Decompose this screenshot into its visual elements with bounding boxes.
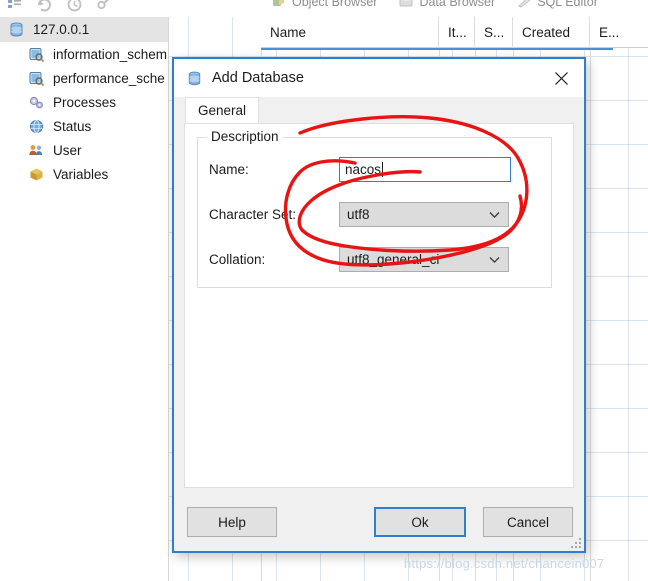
toolbar-icon-group [6, 0, 113, 13]
collation-value: utf8_general_ci [347, 251, 440, 267]
database-icon [186, 70, 203, 87]
grid-column-items[interactable]: It... [439, 17, 475, 48]
list-icon[interactable] [6, 0, 23, 13]
tree-item-label: 127.0.0.1 [33, 22, 90, 37]
grid-header-row: Name It... S... Created E... [261, 17, 648, 48]
tree-item-variables[interactable]: Variables [0, 162, 168, 186]
grid-column-size[interactable]: S... [475, 17, 513, 48]
tree-item-user[interactable]: User [0, 138, 168, 162]
tree-item-performance-schema[interactable]: performance_sche [0, 66, 168, 90]
gears-icon [28, 94, 45, 111]
toolbar-tab-label: Object Browser [292, 0, 378, 9]
app-window: Object Browser Data Browser SQL Editor 1… [0, 0, 648, 581]
grid-column-label: It... [448, 24, 467, 40]
add-database-dialog: Add Database General Description Name: n… [172, 57, 586, 553]
description-groupbox: Description Name: nacos Character Set: u… [197, 129, 552, 288]
collation-label: Collation: [209, 251, 266, 267]
grid-column-engine[interactable]: E... [590, 17, 632, 48]
tree-item-label: Variables [53, 166, 109, 182]
tree-item-label: performance_sche [53, 70, 165, 86]
server-icon [8, 21, 25, 38]
chevron-down-icon [489, 207, 500, 222]
dialog-title: Add Database [212, 70, 304, 86]
tree-item-information-schema[interactable]: information_schem [0, 42, 168, 66]
data-browser-icon [399, 0, 414, 9]
ok-button-label: Ok [411, 514, 429, 530]
dialog-titlebar[interactable]: Add Database [174, 59, 584, 97]
cancel-button[interactable]: Cancel [483, 507, 573, 537]
globe-icon [28, 118, 45, 135]
tree-item-processes[interactable]: Processes [0, 90, 168, 114]
name-label: Name: [209, 161, 249, 177]
package-icon [28, 166, 45, 183]
name-input-value: nacos [345, 161, 382, 177]
toolbar-tab-label: Data Browser [419, 0, 496, 9]
grid-gridline [590, 50, 591, 581]
object-browser-icon [272, 0, 287, 9]
character-set-label: Character Set: [209, 206, 297, 222]
text-caret [382, 161, 384, 177]
ok-button[interactable]: Ok [374, 507, 466, 537]
grid-column-label: E... [599, 24, 620, 40]
field-row-collation: Collation: utf8_general_ci [209, 246, 542, 272]
close-icon [554, 71, 569, 86]
toolbar-tab-label: SQL Editor [537, 0, 598, 9]
character-set-select[interactable]: utf8 [339, 201, 509, 227]
field-row-name: Name: nacos [209, 156, 542, 182]
database-schema-icon [28, 46, 45, 63]
grid-column-created[interactable]: Created [513, 17, 590, 48]
watermark-url: https://blog.csdn.net/chancein007 [404, 556, 605, 571]
tree-item-label: Processes [53, 94, 117, 110]
grid-column-name[interactable]: Name [261, 17, 439, 48]
close-button[interactable] [538, 59, 584, 97]
tab-general[interactable]: General [185, 97, 260, 123]
resize-grip[interactable] [569, 536, 581, 548]
field-row-character-set: Character Set: utf8 [209, 201, 542, 227]
top-toolbar: Object Browser Data Browser SQL Editor [0, 0, 648, 17]
dialog-tab-panel: Description Name: nacos Character Set: u… [184, 123, 574, 488]
groupbox-legend: Description [207, 129, 283, 144]
chevron-down-icon [489, 252, 500, 267]
tab-label: General [198, 103, 247, 118]
tree-item-label: information_schem [53, 46, 168, 62]
tree-item-label: Status [53, 118, 92, 134]
cancel-button-label: Cancel [506, 514, 550, 530]
tools-icon[interactable] [96, 0, 113, 13]
grid-column-label: S... [484, 24, 505, 40]
tree-item-label: User [53, 142, 82, 158]
toolbar-tab-data-browser[interactable]: Data Browser [399, 0, 495, 9]
tree-item-server[interactable]: 127.0.0.1 [0, 17, 168, 42]
character-set-value: utf8 [347, 206, 370, 222]
grid-column-label: Created [522, 24, 571, 40]
users-icon [28, 142, 45, 159]
help-button[interactable]: Help [187, 507, 277, 537]
dialog-button-bar: Help Ok Cancel [174, 493, 584, 551]
tree-item-status[interactable]: Status [0, 114, 168, 138]
clock-icon[interactable] [66, 0, 83, 13]
object-tree-panel: 127.0.0.1 information_schem performance_… [0, 17, 169, 581]
database-schema-icon [28, 70, 45, 87]
grid-column-label: Name [270, 24, 307, 40]
dialog-tabstrip: General [174, 97, 584, 123]
name-input[interactable]: nacos [339, 156, 511, 182]
toolbar-tabs: Object Browser Data Browser SQL Editor [272, 0, 598, 9]
toolbar-tab-object-browser[interactable]: Object Browser [272, 0, 377, 9]
grid-selection-line [261, 48, 613, 50]
refresh-icon[interactable] [36, 0, 53, 13]
help-button-label: Help [218, 514, 246, 530]
sql-editor-icon [517, 0, 532, 9]
toolbar-tab-sql-editor[interactable]: SQL Editor [517, 0, 598, 9]
collation-select[interactable]: utf8_general_ci [339, 246, 509, 272]
